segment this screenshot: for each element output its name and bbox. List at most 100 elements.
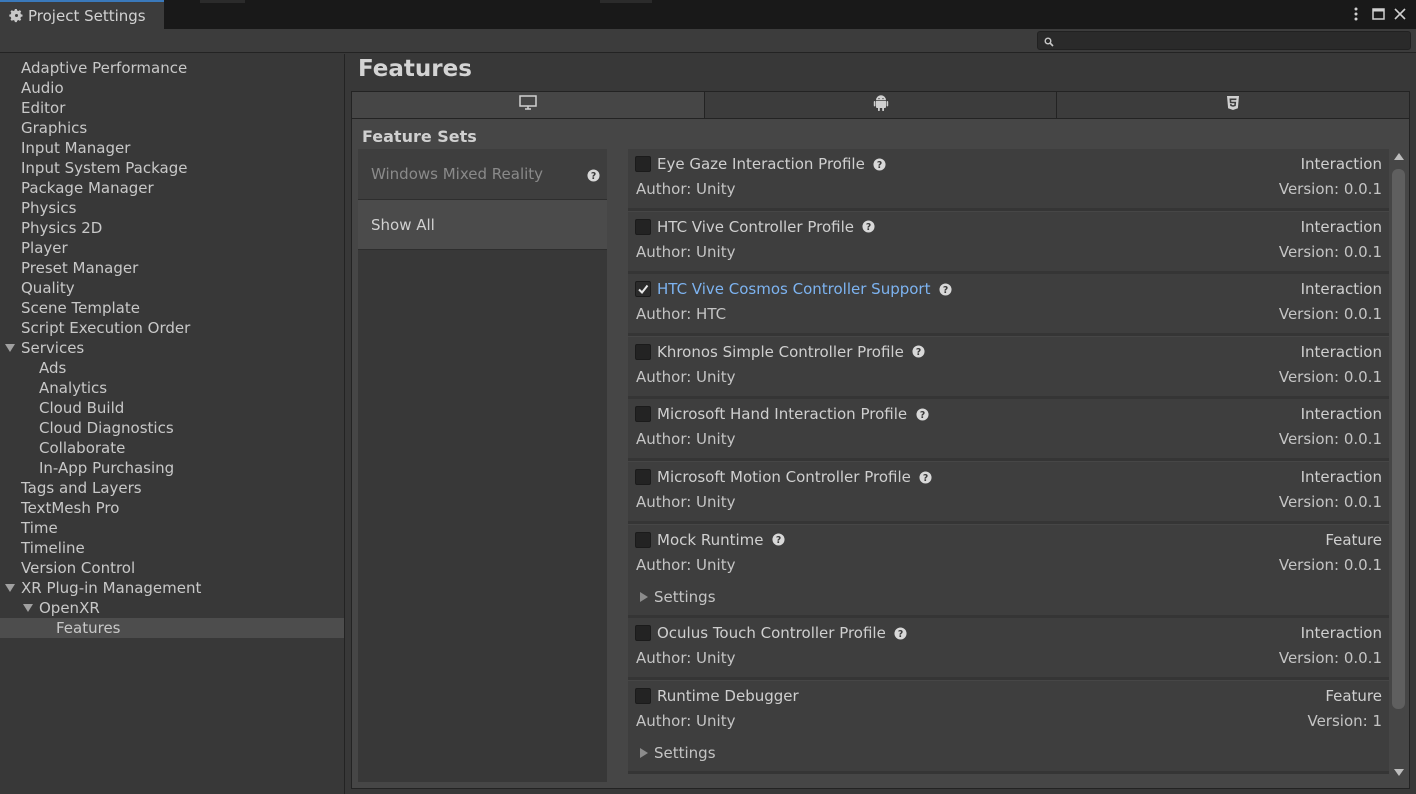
sidebar-item-collaborate[interactable]: Collaborate <box>0 438 344 458</box>
main-content: Features Feature Sets Windows Mixed Real… <box>346 54 1416 794</box>
feature-set-show-all[interactable]: Show All <box>358 200 607 250</box>
sidebar-item-preset-manager[interactable]: Preset Manager <box>0 258 344 278</box>
vertical-scrollbar[interactable] <box>1392 149 1406 782</box>
search-input[interactable] <box>1060 32 1406 49</box>
help-icon[interactable]: ? <box>771 533 785 547</box>
feature-version: Version: 0.0.1 <box>1278 493 1382 511</box>
feature-version: Version: 0.0.1 <box>1278 430 1382 449</box>
tab-standalone[interactable] <box>352 92 705 118</box>
expand-arrow-icon[interactable] <box>5 584 15 592</box>
sidebar-item-label: Package Manager <box>21 179 154 197</box>
sidebar-item-cloud-build[interactable]: Cloud Build <box>0 398 344 418</box>
sidebar-item-services[interactable]: Services <box>0 338 344 358</box>
feature-microsoft-hand-interaction-profile: Microsoft Hand Interaction Profile? Inter… <box>628 399 1389 462</box>
sidebar-item-features[interactable]: Features <box>0 618 344 638</box>
feature-enable-checkbox[interactable] <box>635 343 651 360</box>
scroll-up-arrow-icon[interactable] <box>1394 153 1404 160</box>
sidebar-item-input-system-package[interactable]: Input System Package <box>0 158 344 178</box>
sidebar-item-editor[interactable]: Editor <box>0 98 344 118</box>
sidebar-item-package-manager[interactable]: Package Manager <box>0 178 344 198</box>
feature-enable-checkbox[interactable] <box>635 531 651 548</box>
feature-type: Interaction <box>1300 155 1382 173</box>
feature-version: Version: 0.0.1 <box>1278 180 1382 198</box>
html5-icon <box>1226 95 1240 115</box>
help-icon[interactable]: ? <box>894 626 908 640</box>
feature-enable-checkbox[interactable] <box>635 406 651 423</box>
sidebar-item-in-app-purchasing[interactable]: In-App Purchasing <box>0 458 344 478</box>
feature-enable-checkbox[interactable] <box>635 687 651 704</box>
feature-name: Eye Gaze Interaction Profile <box>657 155 865 173</box>
sidebar-item-player[interactable]: Player <box>0 238 344 258</box>
sidebar-item-script-execution-order[interactable]: Script Execution Order <box>0 318 344 338</box>
feature-author: Author: Unity <box>636 367 736 386</box>
help-icon[interactable]: ? <box>938 282 952 296</box>
sidebar-item-audio[interactable]: Audio <box>0 78 344 98</box>
sidebar-item-adaptive-performance[interactable]: Adaptive Performance <box>0 58 344 78</box>
sidebar-item-tags-and-layers[interactable]: Tags and Layers <box>0 478 344 498</box>
checkmark-icon <box>637 283 649 295</box>
feature-enable-checkbox[interactable] <box>635 218 651 235</box>
sidebar-item-openxr[interactable]: OpenXR <box>0 598 344 618</box>
help-icon[interactable]: ? <box>586 168 600 182</box>
feature-enable-checkbox[interactable] <box>635 469 651 485</box>
help-icon[interactable]: ? <box>919 470 933 484</box>
tab-title: Project Settings <box>28 6 146 25</box>
scroll-down-arrow-icon[interactable] <box>1394 769 1404 776</box>
feature-type: Interaction <box>1300 468 1382 486</box>
sidebar-item-ads[interactable]: Ads <box>0 358 344 378</box>
tab-webgl[interactable] <box>1057 92 1410 118</box>
settings-foldout[interactable]: Settings <box>640 744 716 762</box>
feature-type: Interaction <box>1300 280 1382 299</box>
sidebar-item-xr-plug-in-management[interactable]: XR Plug-in Management <box>0 578 344 598</box>
sidebar-item-analytics[interactable]: Analytics <box>0 378 344 398</box>
sidebar-item-label: Features <box>56 619 121 637</box>
help-icon[interactable]: ? <box>873 157 887 171</box>
help-icon[interactable]: ? <box>862 220 876 234</box>
title-bar: Project Settings <box>0 0 1416 29</box>
expand-arrow-icon[interactable] <box>23 604 33 612</box>
scroll-thumb[interactable] <box>1392 169 1405 709</box>
sidebar-item-scene-template[interactable]: Scene Template <box>0 298 344 318</box>
sidebar-item-physics-2d[interactable]: Physics 2D <box>0 218 344 238</box>
feature-eye-gaze-interaction-profile: Eye Gaze Interaction Profile? Interaction… <box>628 149 1389 211</box>
feature-name: HTC Vive Controller Profile <box>657 217 854 236</box>
feature-set-windows-mixed-reality[interactable]: Windows Mixed Reality ? <box>358 149 607 200</box>
more-options-icon[interactable] <box>1348 5 1364 23</box>
sidebar-item-time[interactable]: Time <box>0 518 344 538</box>
feature-enable-checkbox[interactable] <box>635 625 651 642</box>
sidebar-item-label: Editor <box>21 99 66 117</box>
feature-name: HTC Vive Cosmos Controller Support <box>657 280 931 299</box>
sidebar-item-label: Input Manager <box>21 139 131 157</box>
sidebar-item-label: Graphics <box>21 119 88 137</box>
feature-enable-checkbox[interactable] <box>635 281 651 298</box>
sidebar-item-input-manager[interactable]: Input Manager <box>0 138 344 158</box>
feature-author: Author: Unity <box>636 180 736 198</box>
sidebar-item-label: Scene Template <box>21 299 140 317</box>
settings-foldout[interactable]: Settings <box>640 588 716 606</box>
feature-enable-checkbox[interactable] <box>635 156 651 172</box>
platform-tabs <box>351 91 1410 119</box>
feature-sets-title: Feature Sets <box>362 127 477 146</box>
sidebar-item-cloud-diagnostics[interactable]: Cloud Diagnostics <box>0 418 344 438</box>
expand-arrow-icon <box>640 747 648 758</box>
search-box[interactable] <box>1037 31 1411 50</box>
sidebar-item-timeline[interactable]: Timeline <box>0 538 344 558</box>
sidebar-item-version-control[interactable]: Version Control <box>0 558 344 578</box>
sidebar-item-textmesh-pro[interactable]: TextMesh Pro <box>0 498 344 518</box>
sidebar-item-quality[interactable]: Quality <box>0 278 344 298</box>
sidebar-item-graphics[interactable]: Graphics <box>0 118 344 138</box>
help-icon[interactable]: ? <box>912 345 926 359</box>
feature-mock-runtime: Mock Runtime? Feature Author: Unity Version… <box>628 524 1389 618</box>
maximize-icon[interactable] <box>1370 5 1386 23</box>
feature-author: Author: Unity <box>636 555 736 574</box>
feature-version: Version: 0.0.1 <box>1278 555 1382 574</box>
svg-text:?: ? <box>590 170 595 181</box>
project-settings-tab[interactable]: Project Settings <box>0 0 164 29</box>
feature-version: Version: 0.0.1 <box>1278 649 1382 668</box>
expand-arrow-icon[interactable] <box>5 344 15 352</box>
close-icon[interactable] <box>1392 5 1408 23</box>
tab-android[interactable] <box>704 92 1058 118</box>
sidebar-item-physics[interactable]: Physics <box>0 198 344 218</box>
help-icon[interactable]: ? <box>915 407 929 421</box>
feature-type: Interaction <box>1300 624 1382 643</box>
